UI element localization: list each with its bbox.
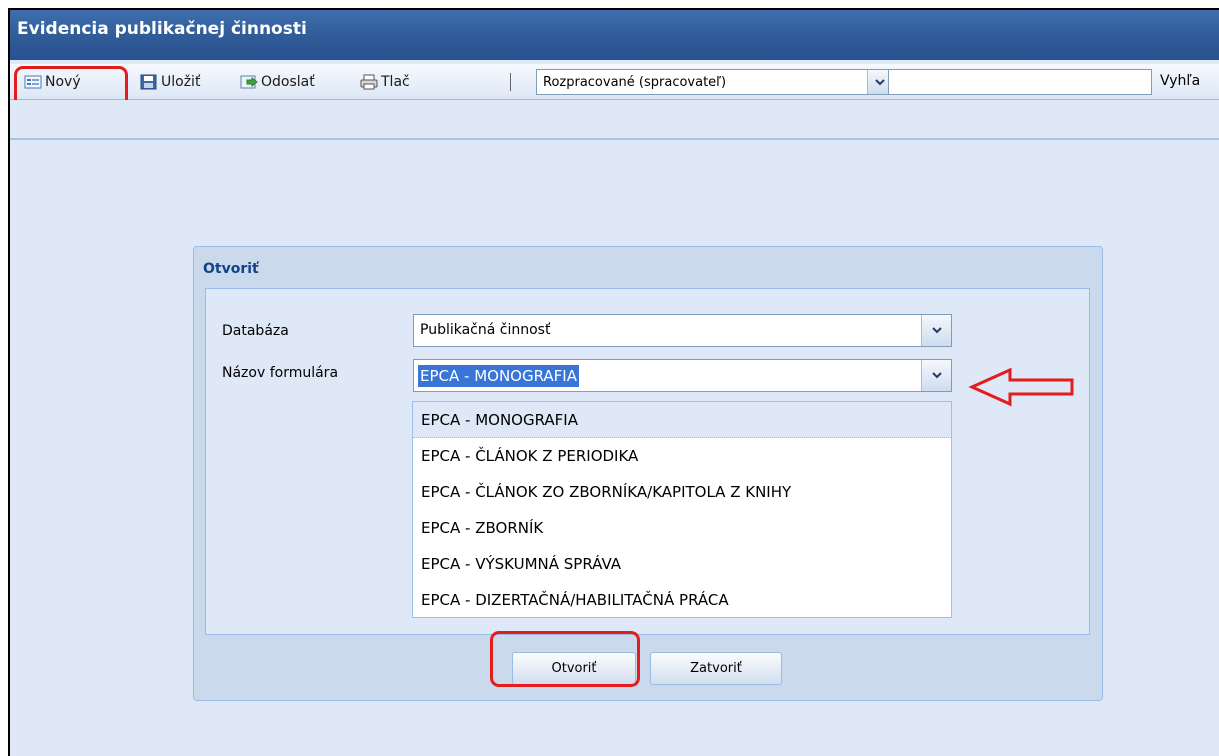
form-name-dropdown-list: EPCA - MONOGRAFIA EPCA - ČLÁNOK Z PERIOD… [412, 401, 952, 618]
send-button-label: Odoslať [261, 73, 315, 90]
list-item[interactable]: EPCA - DIZERTAČNÁ/HABILITAČNÁ PRÁCA [413, 582, 951, 618]
title-bar: Evidencia publikačnej činnosti [10, 10, 1219, 60]
status-filter-value: Rozpracované (spracovateľ) [543, 75, 727, 90]
database-label: Databáza [222, 323, 289, 339]
app-window: Evidencia publikačnej činnosti Nový Ulož… [8, 8, 1219, 756]
list-item[interactable]: EPCA - ZBORNÍK [413, 510, 951, 546]
printer-icon [360, 74, 378, 90]
toolbar-separator [510, 73, 511, 91]
print-button-label: Tlač [381, 73, 410, 90]
send-button[interactable]: Odoslať [240, 68, 315, 95]
dialog-title: Otvoriť [203, 261, 259, 277]
sub-toolbar [10, 100, 1219, 140]
form-name-select[interactable]: EPCA - MONOGRAFIA [413, 359, 952, 392]
save-button-label: Uložiť [161, 73, 201, 90]
form-name-value: EPCA - MONOGRAFIA [418, 365, 579, 387]
save-icon [140, 74, 158, 90]
open-button-highlight [490, 631, 640, 687]
form-name-label: Názov formulára [222, 365, 339, 381]
close-button-label: Zatvoriť [690, 661, 742, 676]
search-input[interactable] [888, 69, 1152, 95]
arrow-left-icon [968, 367, 1074, 407]
list-item[interactable]: EPCA - VÝSKUMNÁ SPRÁVA [413, 546, 951, 582]
chevron-down-icon[interactable] [921, 315, 951, 346]
list-item[interactable]: EPCA - ČLÁNOK ZO ZBORNÍKA/KAPITOLA Z KNI… [413, 474, 951, 510]
window-title: Evidencia publikačnej činnosti [17, 19, 307, 39]
save-button[interactable]: Uložiť [140, 68, 200, 95]
chevron-down-icon[interactable] [921, 360, 951, 391]
toolbar: Nový Uložiť Odoslať Tlač Rozpracované (s… [10, 64, 1219, 100]
send-icon [240, 74, 258, 90]
list-item[interactable]: EPCA - ČLÁNOK Z PERIODIKA [413, 438, 951, 474]
database-select[interactable]: Publikačná činnosť [413, 314, 952, 347]
list-item[interactable]: EPCA - MONOGRAFIA [413, 402, 951, 438]
close-button[interactable]: Zatvoriť [650, 652, 782, 685]
print-button[interactable]: Tlač [360, 68, 410, 95]
search-label: Vyhľa [1160, 73, 1201, 89]
status-filter-select[interactable]: Rozpracované (spracovateľ) [536, 69, 892, 95]
database-value: Publikačná činnosť [420, 322, 551, 338]
